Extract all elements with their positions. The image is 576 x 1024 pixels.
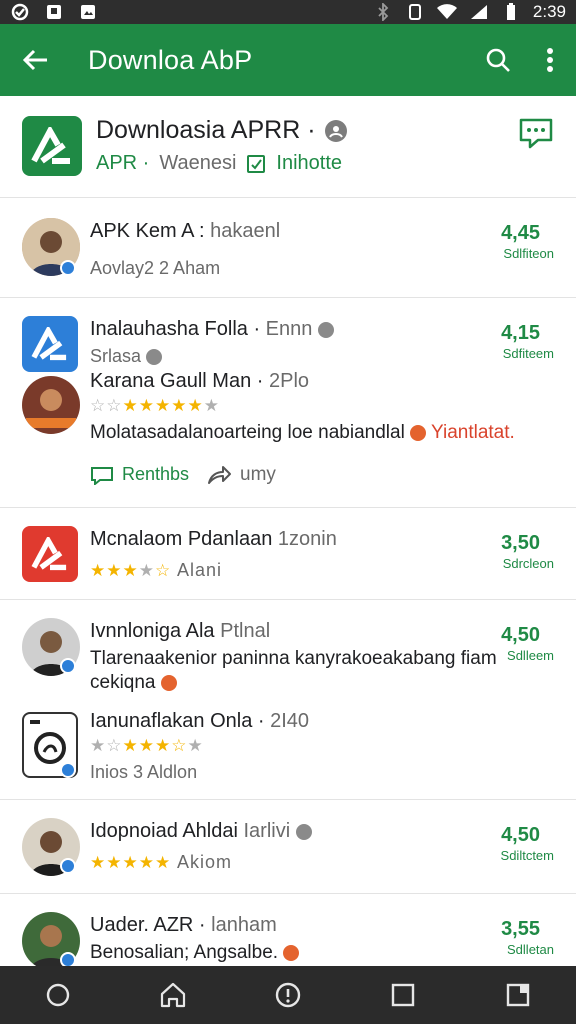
nav-square-button[interactable] (379, 971, 427, 1019)
feed: Downloasia APRR · APR · Waenesi Inihotte… (0, 96, 576, 966)
download-count-label: Sdiltctem (500, 848, 554, 863)
item-title: Mcnalaom Pdanlaan 1zonin (90, 528, 337, 550)
apk-logo-icon (31, 327, 67, 361)
search-button[interactable] (472, 24, 524, 96)
home-icon (160, 982, 185, 1008)
verified-badge-icon (60, 952, 76, 966)
app-logo (22, 116, 82, 176)
item-title: Inalauhasha Folla · Ennn (90, 318, 334, 341)
arrow-back-icon (23, 49, 47, 71)
download-count: 4,15 (501, 322, 540, 344)
signal-icon (469, 3, 489, 21)
more-vert-icon (547, 48, 553, 72)
apk-logo-icon (31, 537, 67, 571)
recents-icon (507, 983, 530, 1007)
reply-title: Ianunaflakan Onla · 2I40 (90, 710, 310, 732)
overflow-menu-button[interactable] (524, 24, 576, 96)
apk-logo-icon (31, 127, 70, 164)
item-title: APK Kem A : hakaenl (90, 220, 281, 242)
app-bar: Downloa AbP (0, 24, 576, 96)
item-title: Ivnnloniga Ala Ptlnal (90, 620, 271, 642)
alert-circle-icon (275, 982, 301, 1008)
install-link[interactable]: Inihotte (276, 152, 342, 175)
status-bar: 2:39 (0, 0, 576, 24)
back-button[interactable] (0, 24, 72, 96)
verified-badge-icon (60, 260, 76, 276)
feed-item[interactable]: Uader. AZR · lanham Benosalian; Angsalbe… (0, 894, 576, 966)
feed-item[interactable]: Idopnoiad Ahldai Iarlivi ★★★★★ Akiom 4,5… (0, 800, 576, 894)
chat-button[interactable] (518, 116, 554, 150)
item-title: Idopnoiad Ahldai Iarlivi (90, 820, 312, 843)
reply-action[interactable]: Renthbs (90, 464, 189, 485)
app-tag: APR · (96, 152, 150, 174)
wifi-icon (436, 3, 457, 21)
status-time: 2:39 (532, 2, 566, 21)
avatar (22, 376, 80, 434)
verified-badge-icon (60, 762, 76, 778)
download-count: 3,50 (501, 532, 540, 554)
download-count-label: Sdrcleon (502, 556, 554, 571)
info-dot-icon (146, 349, 163, 366)
sync-notification-icon (10, 3, 30, 21)
app-header-title: Downloasia APRR · (96, 116, 348, 145)
item-message: Tlarenaakenior paninna kanyrakoeakabang … (90, 648, 497, 669)
comment-icon (91, 466, 113, 485)
bluetooth-icon (373, 3, 393, 21)
feed-item[interactable]: Inalauhasha Folla · Ennn Srlasa 4,15 Sdf… (0, 298, 576, 508)
feed-item[interactable]: Ivnnloniga Ala Ptlnal Tlarenaakenior pan… (0, 600, 576, 800)
share-icon (208, 466, 231, 484)
verified-badge-icon (60, 658, 76, 674)
app-developer: Waenesi (159, 152, 237, 174)
alert-icon (410, 424, 427, 441)
download-count: 4,50 (501, 824, 540, 846)
download-count-label: Sdlleem (507, 648, 554, 663)
reply-message: Molatasadalanoarteing loe nabiandlal Yia… (90, 422, 515, 443)
vibrate-icon (405, 3, 425, 21)
rating-stars: ★★★★★ Akiom (90, 852, 232, 872)
nav-info-button[interactable] (264, 971, 312, 1019)
app-logo (22, 316, 78, 372)
item-message: Benosalian; Angsalbe. (90, 942, 300, 964)
image-notification-icon (78, 3, 98, 21)
download-count: 4,50 (501, 624, 540, 646)
item-subtitle: Aovlay2 2 Aham (90, 258, 221, 278)
download-count: 3,55 (501, 918, 540, 940)
alert-icon (283, 944, 300, 961)
nav-circle-button[interactable] (34, 971, 82, 1019)
feed-item[interactable]: Mcnalaom Pdanlaan 1zonin ★★★★☆ Alani 3,5… (0, 508, 576, 600)
rating-stars: ★☆★★★☆★ (90, 736, 204, 755)
share-action[interactable]: umy (206, 464, 276, 486)
rating-stars: ★★★★☆ Alani (90, 560, 222, 580)
message-notification-icon (44, 3, 64, 21)
nav-home-button[interactable] (149, 971, 197, 1019)
app-logo (22, 526, 78, 582)
search-icon (486, 48, 510, 72)
square-icon (391, 983, 415, 1007)
verified-badge-icon (60, 858, 76, 874)
reply-title: Karana Gaull Man · 2Plo (90, 370, 310, 392)
item-message-cont: cekiqna (90, 672, 177, 694)
download-count-label: Sdlfiteon (503, 246, 554, 261)
circle-icon (46, 983, 69, 1007)
item-subtitle: Srlasa (90, 346, 163, 367)
rating-stars: ☆☆★★★★★★ (90, 396, 220, 415)
item-title: Uader. AZR · lanham (90, 914, 277, 936)
feed-item[interactable]: APK Kem A : hakaenl Aovlay2 2 Aham 4,45 … (0, 198, 576, 298)
download-count-label: Sdfiteem (502, 346, 554, 361)
nav-recents-button[interactable] (494, 971, 542, 1019)
app-header-card: Downloasia APRR · APR · Waenesi Inihotte (0, 96, 576, 198)
app-header-subline: APR · Waenesi Inihotte (96, 152, 342, 175)
page-title: Downloa AbP (88, 44, 253, 75)
system-nav-bar (0, 966, 576, 1024)
battery-icon (501, 3, 521, 21)
download-count: 4,45 (501, 222, 540, 244)
alert-icon (160, 674, 177, 691)
edit-square-icon (247, 154, 266, 173)
item-subtitle: Inios 3 Aldlon (90, 762, 198, 782)
download-count-label: Sdlletan (507, 942, 554, 957)
info-icon[interactable] (324, 119, 348, 143)
